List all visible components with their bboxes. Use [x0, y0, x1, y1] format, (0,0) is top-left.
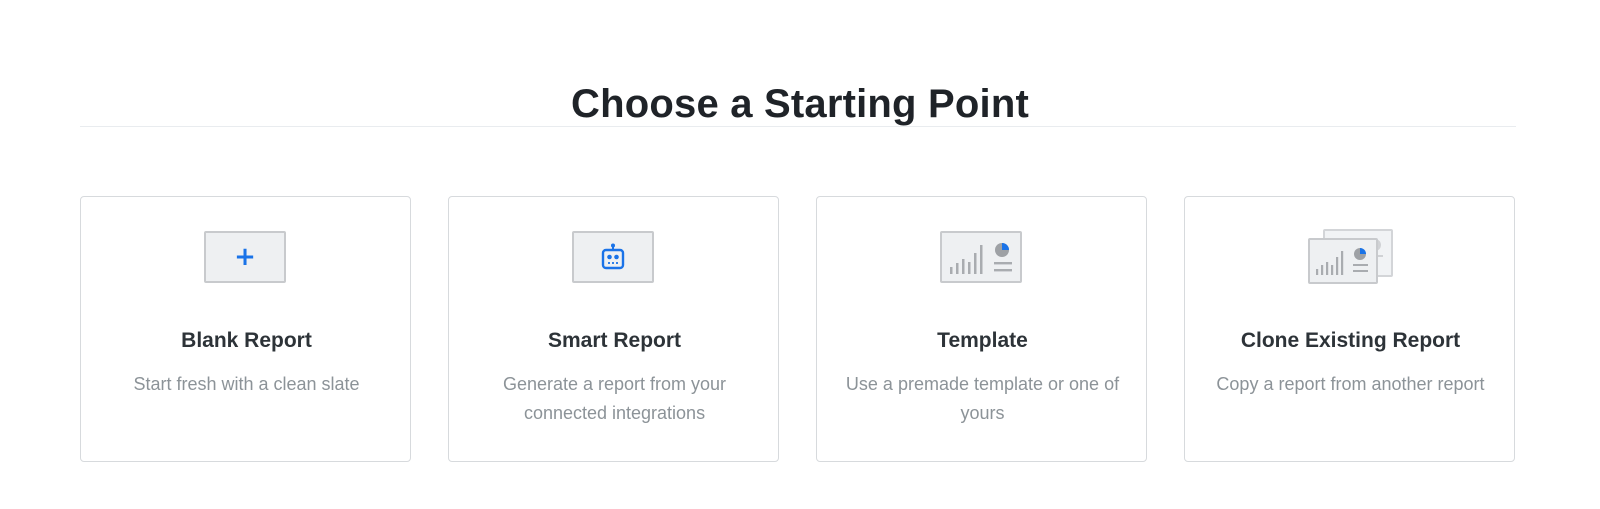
template-chart-icon	[950, 243, 1012, 274]
front-report-thumbnail	[1308, 238, 1378, 284]
blank-report-card[interactable]: + Blank Report Start fresh with a clean …	[80, 196, 411, 462]
robot-icon	[601, 243, 625, 270]
card-title: Smart Report	[547, 329, 682, 352]
option-cards: + Blank Report Start fresh with a clean …	[80, 196, 1516, 464]
smart-report-card[interactable]: Smart Report Generate a report from your…	[448, 196, 779, 462]
card-description: Generate a report from your connected in…	[502, 374, 727, 423]
blank-report-thumbnail: +	[204, 231, 286, 283]
card-title: Clone Existing Report	[1240, 329, 1461, 352]
header-divider	[80, 126, 1516, 127]
template-card[interactable]: Template Use a premade template or one o…	[816, 196, 1147, 462]
clone-report-card[interactable]: Clone Existing Report Copy a report from…	[1184, 196, 1515, 462]
page-title: Choose a Starting Point	[571, 81, 1029, 126]
template-thumbnail	[940, 231, 1022, 283]
plus-icon: +	[234, 242, 256, 272]
card-description: Copy a report from another report	[1216, 374, 1485, 394]
starting-point-page: Choose a Starting Point + Blank Report S…	[0, 0, 1600, 509]
card-description: Start fresh with a clean slate	[133, 374, 360, 394]
card-title: Template	[937, 329, 1028, 352]
card-title: Blank Report	[181, 329, 312, 352]
smart-report-thumbnail	[572, 231, 654, 283]
card-description: Use a premade template or one of yours	[845, 374, 1120, 423]
